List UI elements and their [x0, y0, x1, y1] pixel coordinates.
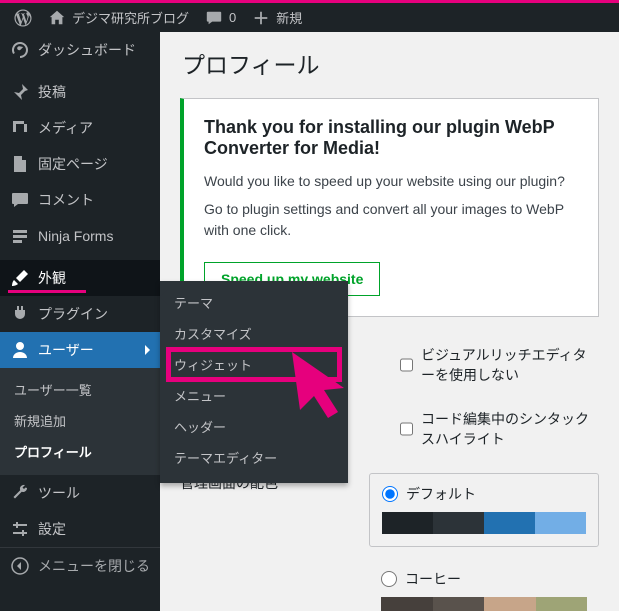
sidebar-item-label: 投稿	[38, 82, 66, 102]
site-home[interactable]: デジマ研究所ブログ	[40, 3, 197, 32]
plus-icon	[252, 9, 270, 27]
sidebar-item-label: コメント	[38, 190, 94, 210]
syntax-checkbox[interactable]	[400, 421, 413, 437]
scheme-default-radio[interactable]	[382, 486, 398, 502]
sidebar-item-ninjaforms[interactable]: Ninja Forms	[0, 218, 160, 254]
visual-editor-checkbox[interactable]	[400, 357, 413, 373]
syntax-option[interactable]: コード編集中のシンタックスハイライト	[400, 409, 599, 449]
new-content[interactable]: 新規	[244, 3, 310, 32]
wordpress-icon	[14, 9, 32, 27]
users-submenu: ユーザー一覧 新規追加 プロフィール	[0, 368, 160, 475]
dashboard-icon	[10, 40, 30, 60]
sidebar-item-media[interactable]: メディア	[0, 110, 160, 146]
collapse-label: メニューを閉じる	[38, 556, 150, 576]
sidebar-item-pages[interactable]: 固定ページ	[0, 146, 160, 182]
sidebar-item-appearance[interactable]: 外観	[0, 260, 160, 296]
notice-heading: Thank you for installing our plugin WebP…	[204, 117, 578, 159]
home-icon	[48, 9, 66, 27]
site-title: デジマ研究所ブログ	[72, 8, 189, 27]
sidebar-item-posts[interactable]: 投稿	[0, 74, 160, 110]
new-label: 新規	[276, 8, 302, 27]
sidebar-item-comments[interactable]: コメント	[0, 182, 160, 218]
submenu-item-users-add[interactable]: 新規追加	[0, 405, 160, 436]
sidebar-item-settings[interactable]: 設定	[0, 511, 160, 547]
page-title: プロフィール	[182, 46, 599, 80]
sidebar-item-label: 固定ページ	[38, 154, 108, 174]
sidebar-item-label: 設定	[38, 519, 66, 539]
admin-bar: デジマ研究所ブログ 0 新規	[0, 0, 619, 32]
annotation-underline	[8, 290, 86, 293]
sidebar-item-label: ツール	[38, 483, 80, 503]
scheme-default[interactable]: デフォルト	[369, 473, 599, 547]
scheme-coffee[interactable]: コーヒー	[369, 559, 599, 611]
page-icon	[10, 154, 30, 174]
scheme-coffee-swatches	[381, 597, 587, 611]
chevron-right-icon	[142, 344, 154, 356]
media-icon	[10, 118, 30, 138]
submenu-item-users-list[interactable]: ユーザー一覧	[0, 374, 160, 405]
sidebar-item-dashboard[interactable]: ダッシュボード	[0, 32, 160, 68]
sidebar-item-users[interactable]: ユーザー	[0, 332, 160, 368]
sidebar-item-label: ユーザー	[38, 340, 94, 360]
scheme-coffee-label: コーヒー	[405, 569, 461, 589]
flyout-item-themes[interactable]: テーマ	[160, 287, 348, 318]
visual-editor-label: ビジュアルリッチエディターを使用しない	[421, 345, 599, 385]
admin-sidebar: ダッシュボード 投稿 メディア 固定ページ コメント Ninja Forms 外…	[0, 32, 160, 611]
comment-count: 0	[229, 10, 236, 25]
comment-icon	[10, 190, 30, 210]
sidebar-item-label: 外観	[38, 268, 66, 288]
wrench-icon	[10, 483, 30, 503]
sliders-icon	[10, 519, 30, 539]
notice-text-2: Go to plugin settings and convert all yo…	[204, 199, 578, 242]
sidebar-item-label: メディア	[38, 118, 93, 138]
plug-icon	[10, 304, 30, 324]
sidebar-item-plugins[interactable]: プラグイン	[0, 296, 160, 332]
scheme-default-label: デフォルト	[406, 484, 476, 504]
comments-link[interactable]: 0	[197, 3, 244, 32]
scheme-default-swatches	[382, 512, 586, 534]
sidebar-item-label: プラグイン	[38, 304, 108, 324]
wp-logo[interactable]	[6, 3, 40, 32]
syntax-label: コード編集中のシンタックスハイライト	[421, 409, 599, 449]
user-icon	[10, 340, 30, 360]
comment-icon	[205, 9, 223, 27]
submenu-item-profile[interactable]: プロフィール	[0, 436, 160, 467]
sidebar-item-label: ダッシュボード	[38, 40, 136, 60]
pin-icon	[10, 82, 30, 102]
sidebar-item-label: Ninja Forms	[38, 228, 113, 244]
brush-icon	[10, 268, 30, 288]
row-color-scheme: 管理画面の配色 デフォルト コーヒー	[180, 461, 599, 611]
form-icon	[10, 226, 30, 246]
flyout-item-themeeditor[interactable]: テーマエディター	[160, 442, 348, 473]
collapse-icon	[10, 556, 30, 576]
visual-editor-option[interactable]: ビジュアルリッチエディターを使用しない	[400, 345, 599, 385]
sidebar-item-tools[interactable]: ツール	[0, 475, 160, 511]
annotation-cursor-icon	[286, 348, 364, 421]
scheme-coffee-radio[interactable]	[381, 571, 397, 587]
collapse-menu[interactable]: メニューを閉じる	[0, 547, 160, 584]
notice-text-1: Would you like to speed up your website …	[204, 171, 578, 193]
flyout-item-customize[interactable]: カスタマイズ	[160, 318, 348, 349]
